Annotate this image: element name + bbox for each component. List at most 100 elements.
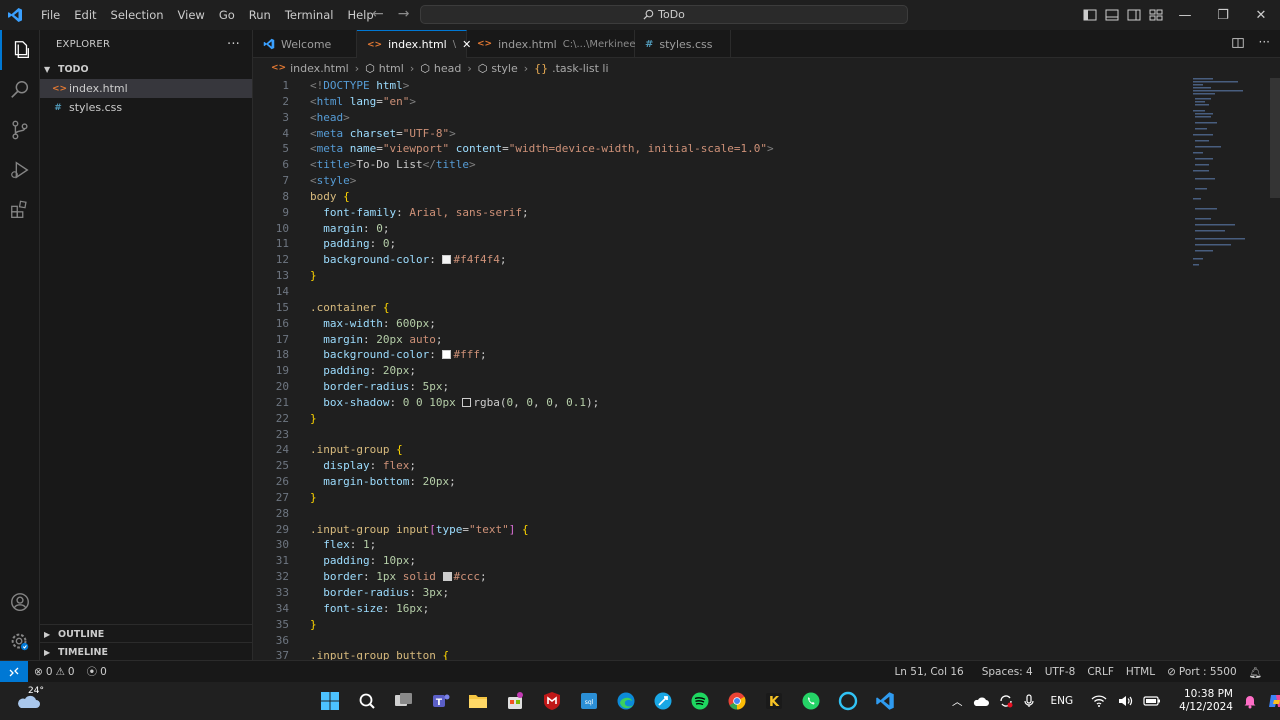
wifi-icon[interactable]	[1091, 695, 1107, 707]
menu-run[interactable]: Run	[242, 0, 278, 30]
microphone-icon[interactable]	[1023, 694, 1035, 708]
store-icon[interactable]	[503, 689, 527, 713]
mcafee-icon[interactable]	[540, 689, 564, 713]
ports-count: 0	[100, 665, 107, 678]
timeline-section[interactable]: ▶ TIMELINE	[40, 642, 253, 662]
outline-label: OUTLINE	[58, 629, 105, 640]
forward-arrow-icon[interactable]: →	[398, 6, 410, 22]
volume-icon[interactable]	[1117, 694, 1133, 708]
title-bar: File Edit Selection View Go Run Terminal…	[0, 0, 1280, 30]
indentation[interactable]: Spaces: 4	[976, 666, 1039, 678]
breadcrumb-head[interactable]: head	[434, 62, 461, 75]
toggle-primary-sidebar-icon[interactable]	[1082, 7, 1098, 23]
vscode-taskbar-icon[interactable]	[873, 689, 897, 713]
breadcrumb-file[interactable]: index.html	[290, 62, 349, 75]
chrome-icon[interactable]	[725, 689, 749, 713]
vpn-rocket-icon[interactable]	[651, 689, 675, 713]
vertical-scrollbar[interactable]	[1270, 78, 1280, 198]
code-line: .input-group {	[310, 443, 403, 457]
line-number: 6	[282, 158, 289, 172]
alexa-icon[interactable]	[836, 689, 860, 713]
show-hidden-icons-chevron-icon[interactable]: ︿	[952, 694, 963, 709]
menu-terminal[interactable]: Terminal	[278, 0, 341, 30]
file-explorer-icon[interactable]	[466, 689, 490, 713]
color-swatch[interactable]	[462, 397, 472, 407]
breadcrumb-selector[interactable]: .task-list li	[552, 62, 608, 75]
code-content[interactable]: <!DOCTYPE html> <html lang="en"> <head> …	[310, 78, 774, 660]
more-actions-icon[interactable]: ···	[1259, 36, 1270, 50]
restore-button[interactable]: ❐	[1204, 0, 1242, 30]
menu-selection[interactable]: Selection	[104, 0, 171, 30]
tab-styles-css[interactable]: # styles.css	[635, 30, 731, 58]
line-number: 4	[282, 126, 289, 140]
weather-widget[interactable]: 24°	[16, 684, 56, 718]
notification-bell-icon[interactable]	[1243, 693, 1257, 709]
onedrive-cloud-icon[interactable]	[973, 695, 989, 707]
menu-edit[interactable]: Edit	[67, 0, 103, 30]
menu-go[interactable]: Go	[212, 0, 242, 30]
sync-icon[interactable]	[999, 694, 1013, 708]
taskbar-search-icon[interactable]	[355, 689, 379, 713]
file-styles-css[interactable]: # styles.css	[40, 98, 252, 117]
windows-start-icon[interactable]	[318, 689, 342, 713]
run-debug-icon[interactable]	[0, 150, 40, 190]
color-swatch[interactable]	[442, 255, 452, 265]
code-editor[interactable]: 1 2 3 4 5 6 7 8 9 10 11 12 13 14 15 16 17 18 19 20 21 22 23 24 2…	[253, 78, 1280, 660]
tab-label: index.html	[388, 38, 447, 51]
breadcrumb-html[interactable]: html	[379, 62, 404, 75]
block-icon: ⊘	[1167, 666, 1176, 678]
teams-icon[interactable]: T	[429, 689, 453, 713]
explorer-icon[interactable]	[0, 30, 40, 70]
search-icon[interactable]	[0, 70, 40, 110]
source-control-icon[interactable]	[0, 110, 40, 150]
cursor-position[interactable]: Ln 51, Col 16	[888, 666, 969, 678]
minimap[interactable]	[1191, 78, 1271, 278]
back-arrow-icon[interactable]: ←	[372, 6, 384, 22]
toggle-secondary-sidebar-icon[interactable]	[1126, 7, 1142, 23]
copilot-icon[interactable]	[1267, 691, 1280, 711]
battery-icon[interactable]	[1143, 695, 1161, 707]
mysql-workbench-icon[interactable]: sql	[577, 689, 601, 713]
color-swatch[interactable]	[442, 350, 452, 360]
customize-layout-icon[interactable]	[1148, 7, 1164, 23]
chevron-right-icon: ›	[523, 61, 529, 75]
toggle-panel-icon[interactable]	[1104, 7, 1120, 23]
color-swatch[interactable]	[442, 572, 452, 582]
file-index-html[interactable]: <> index.html	[40, 79, 252, 98]
problems-indicator[interactable]: ⊗ 0 ⚠ 0	[28, 666, 81, 678]
end-of-line[interactable]: CRLF	[1081, 666, 1120, 678]
minimize-button[interactable]: —	[1166, 0, 1204, 30]
split-editor-icon[interactable]	[1231, 36, 1245, 50]
remote-indicator-icon[interactable]	[0, 661, 28, 682]
folder-todo[interactable]: ▼ TODO	[40, 59, 252, 79]
css-file-icon: #	[645, 38, 654, 50]
task-view-icon[interactable]	[392, 689, 416, 713]
tab-welcome[interactable]: Welcome	[253, 30, 357, 58]
outline-section[interactable]: ▶ OUTLINE	[40, 624, 253, 644]
menu-view[interactable]: View	[171, 0, 212, 30]
ports-indicator[interactable]: ⦿ 0	[81, 664, 113, 679]
clock[interactable]: 10:38 PM 4/12/2024	[1179, 688, 1233, 714]
command-center-search[interactable]: ToDo	[420, 5, 908, 24]
language-mode[interactable]: HTML	[1120, 666, 1161, 678]
notifications-bell-icon[interactable]: 🔔︎	[1243, 666, 1268, 679]
whatsapp-icon[interactable]	[799, 689, 823, 713]
live-server-port[interactable]: ⊘ Port : 5500	[1161, 666, 1243, 678]
tab-index-html-other[interactable]: <> index.html C:\...\Merkinee	[467, 30, 635, 58]
k-app-icon[interactable]: K	[762, 689, 786, 713]
edge-icon[interactable]	[614, 689, 638, 713]
input-language[interactable]: ENG	[1051, 695, 1074, 707]
account-icon[interactable]	[0, 582, 40, 622]
manage-gear-icon[interactable]	[0, 622, 40, 662]
encoding[interactable]: UTF-8	[1039, 666, 1082, 678]
extensions-icon[interactable]	[0, 190, 40, 230]
close-window-button[interactable]: ✕	[1242, 0, 1280, 30]
system-tray: ︿ ENG 10:38 PM 4/12/2024	[952, 682, 1280, 720]
menu-file[interactable]: File	[34, 0, 67, 30]
breadcrumb-style[interactable]: style	[491, 62, 517, 75]
code-line: .input-group button {	[310, 649, 450, 660]
more-actions-icon[interactable]: ···	[227, 37, 240, 52]
element-icon: ⬡	[420, 61, 430, 75]
tab-index-html-active[interactable]: <> index.html \ ✕	[357, 30, 471, 58]
spotify-icon[interactable]	[688, 689, 712, 713]
